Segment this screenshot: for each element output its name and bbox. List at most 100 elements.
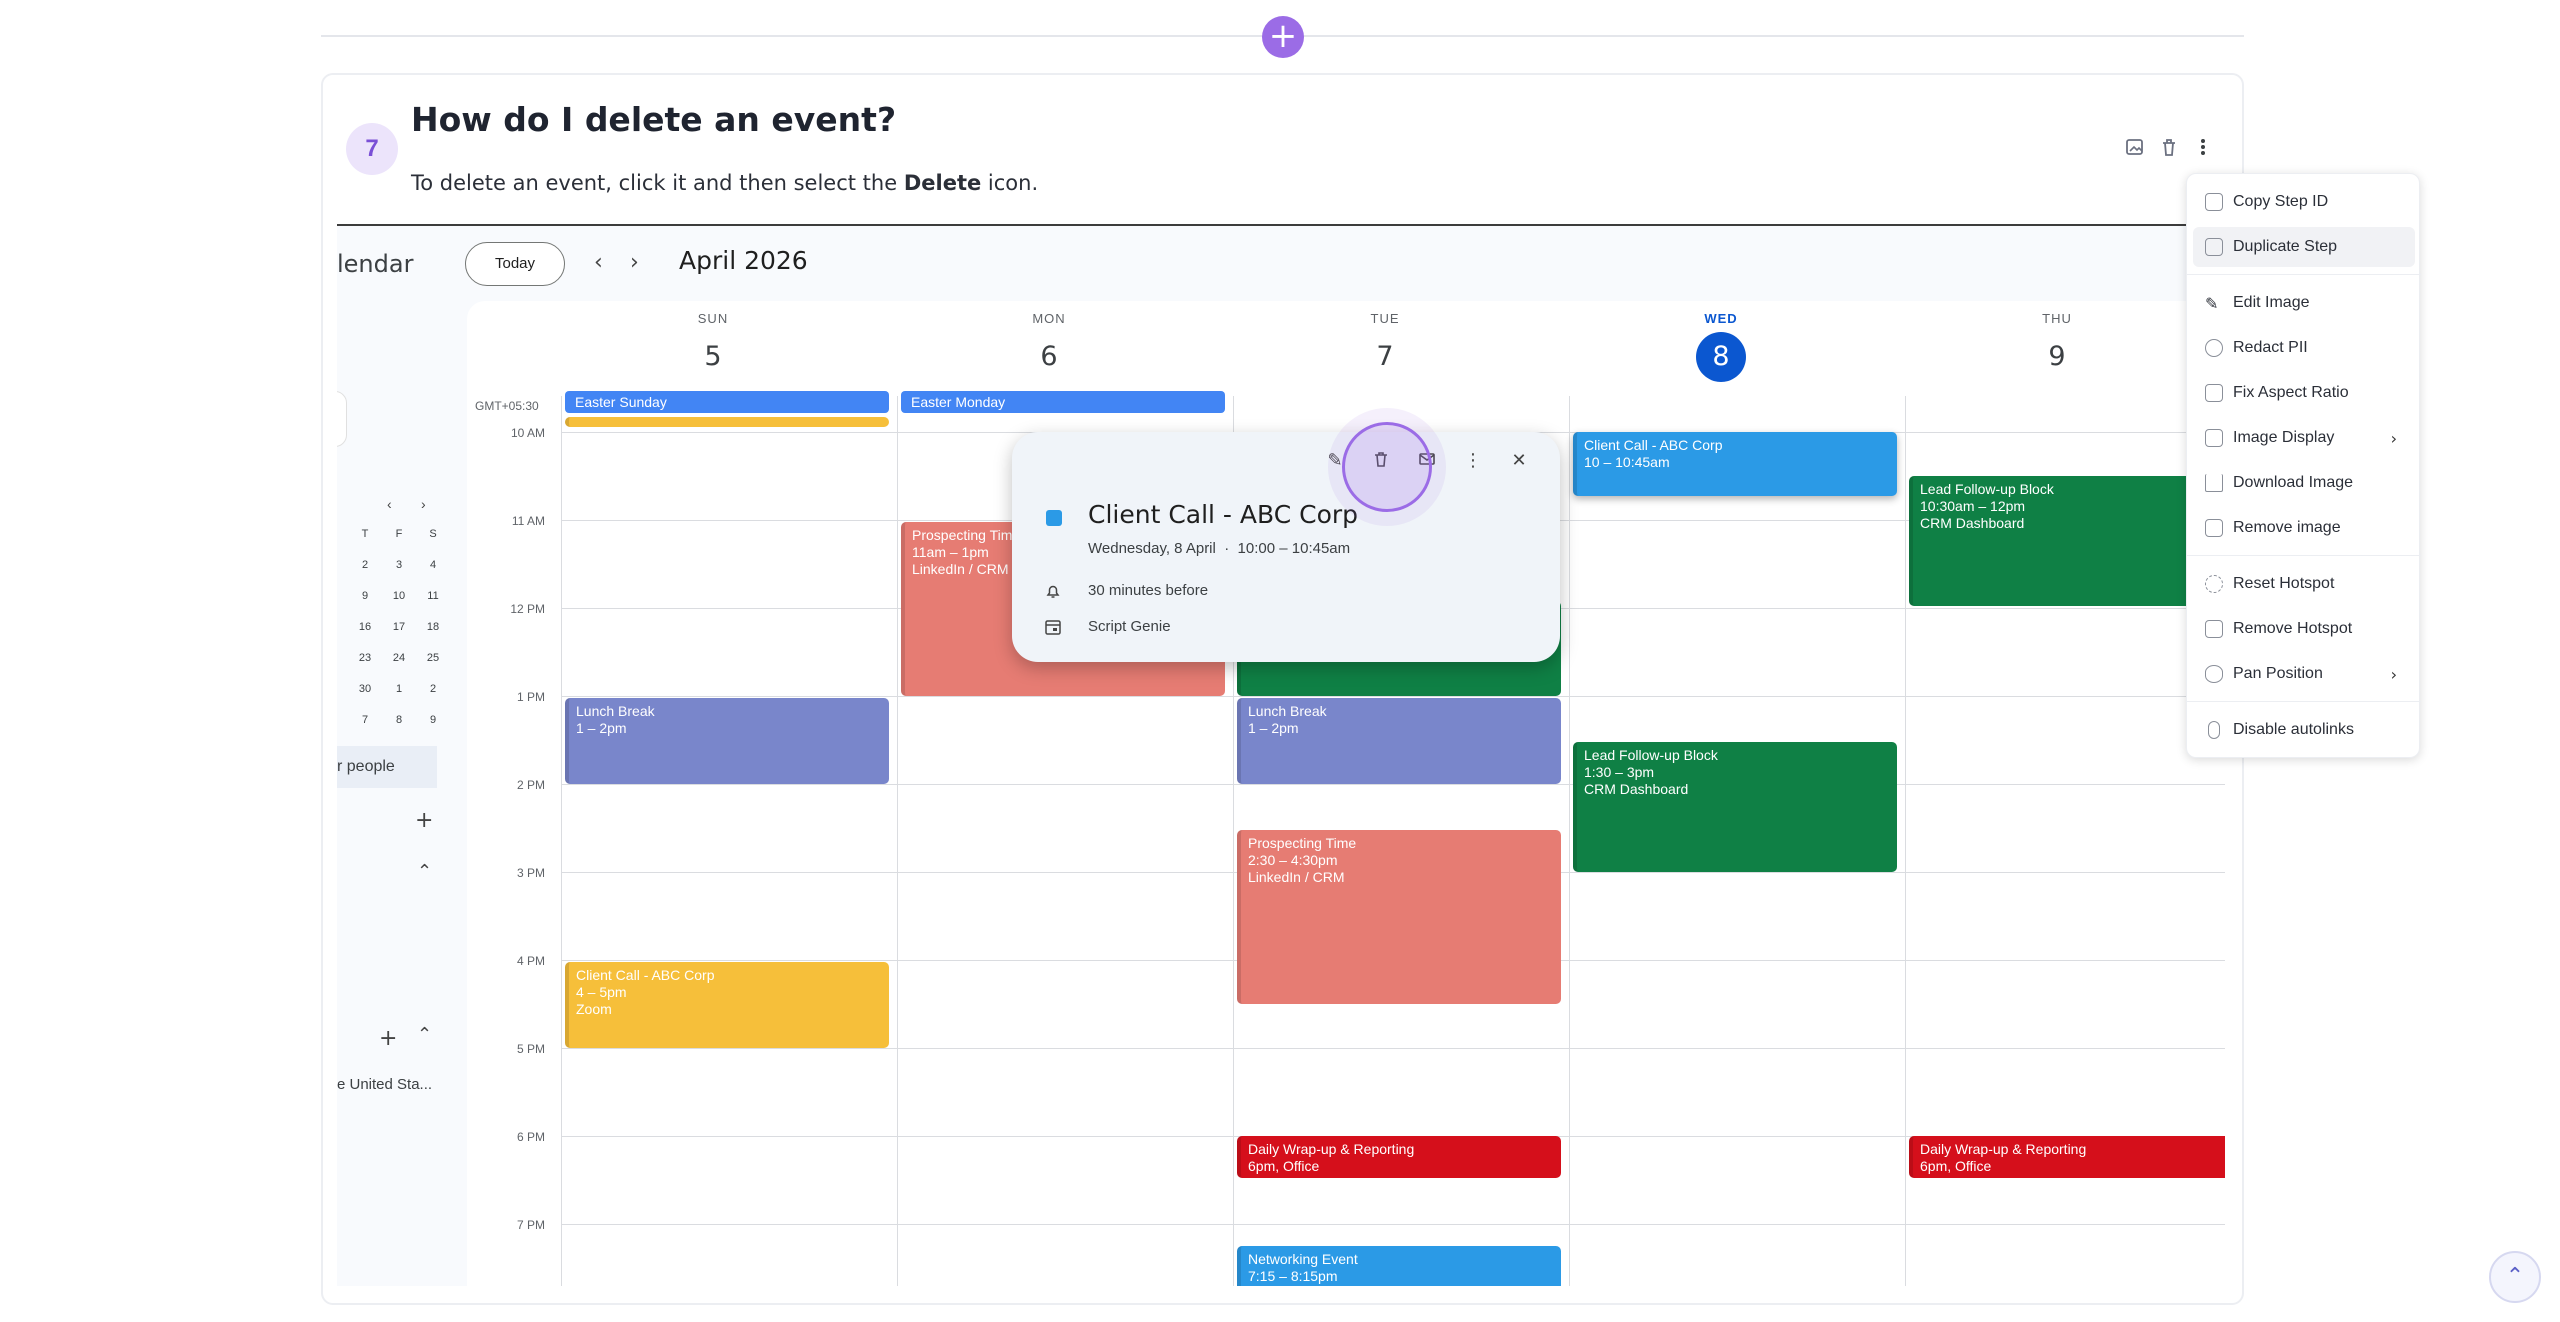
- menu-item-label: Fix Aspect Ratio: [2233, 384, 2349, 401]
- search-people-input[interactable]: r people: [337, 746, 437, 788]
- scroll-to-top-button[interactable]: ⌃: [2489, 1251, 2541, 1303]
- event-lunch-break[interactable]: Lunch Break 1 – 2pm: [1237, 698, 1561, 784]
- all-day-event[interactable]: Easter Sunday: [565, 391, 889, 413]
- mini-day[interactable]: 9: [423, 714, 443, 726]
- mini-day[interactable]: 23: [355, 652, 375, 664]
- hour-label: 4 PM: [516, 954, 545, 968]
- mini-day[interactable]: 10: [389, 590, 409, 602]
- plus-icon[interactable]: +: [415, 808, 433, 833]
- add-step-button[interactable]: +: [1262, 16, 1304, 58]
- day-header-tue[interactable]: TUE 7: [1217, 311, 1553, 382]
- mini-day[interactable]: 7: [355, 714, 375, 726]
- day-of-week: THU: [2042, 311, 2072, 326]
- calendar-app-title: lendar: [337, 250, 414, 278]
- menu-item-label: Reset Hotspot: [2233, 575, 2335, 592]
- chevron-up-icon[interactable]: ⌃: [417, 1024, 432, 1045]
- hour-label: 3 PM: [516, 866, 545, 880]
- col-divider: [1569, 396, 1570, 1286]
- day-number: 9: [2048, 341, 2066, 372]
- popup-event-title: Client Call - ABC Corp: [1088, 500, 1359, 529]
- event-lead-follow-up[interactable]: Lead Follow-up Block 10:30am – 12pm CRM Da…: [1909, 476, 2225, 606]
- step-number-badge: 7: [346, 123, 398, 175]
- event-time: 10:30am – 12pm: [1920, 498, 2026, 514]
- more-vertical-icon[interactable]: ⋮: [1462, 450, 1484, 473]
- mini-chevron-right-icon[interactable]: ›: [421, 496, 426, 512]
- hour-label: 1 PM: [516, 690, 545, 704]
- mini-chevron-left-icon[interactable]: ‹: [387, 496, 392, 512]
- step-description[interactable]: To delete an event, click it and then se…: [411, 171, 1038, 195]
- chevron-left-icon[interactable]: ‹: [594, 250, 603, 275]
- event-time: 1 – 2pm: [576, 720, 627, 736]
- event-client-call[interactable]: Client Call - ABC Corp 4 – 5pm Zoom: [565, 962, 889, 1048]
- event-daily-wrap-up[interactable]: Daily Wrap-up & Reporting 6pm, Office: [1237, 1136, 1561, 1178]
- menu-item-remove-image[interactable]: Remove image: [2193, 508, 2415, 548]
- mini-day[interactable]: 1: [389, 683, 409, 695]
- menu-item-duplicate-step[interactable]: Duplicate Step: [2193, 227, 2415, 267]
- menu-item-reset-hotspot[interactable]: Reset Hotspot: [2193, 564, 2415, 604]
- all-day-event[interactable]: Easter Monday: [901, 391, 1225, 413]
- menu-item-disable-autolinks[interactable]: Disable autolinks: [2193, 710, 2415, 750]
- page: + 7 How do I delete an event? To delete …: [0, 0, 2560, 1322]
- trash-icon[interactable]: [2158, 136, 2180, 158]
- mini-day[interactable]: 18: [423, 621, 443, 633]
- menu-item-remove-hotspot[interactable]: Remove Hotspot: [2193, 609, 2415, 649]
- event-title: Prospecting Time: [1248, 835, 1357, 851]
- timezone-label: GMT+05:30: [475, 399, 539, 413]
- event-networking[interactable]: Networking Event 7:15 – 8:15pm: [1237, 1246, 1561, 1286]
- mini-day[interactable]: 8: [389, 714, 409, 726]
- chevron-right-icon: ›: [2390, 664, 2397, 684]
- desc-bold: Delete: [903, 171, 982, 195]
- menu-item-redact-pii[interactable]: Redact PII: [2193, 328, 2415, 368]
- day-of-week: TUE: [1370, 311, 1400, 326]
- event-lunch-break[interactable]: Lunch Break 1 – 2pm: [565, 698, 889, 784]
- day-header-sun[interactable]: SUN 5: [545, 311, 881, 382]
- event-client-call-selected[interactable]: Client Call - ABC Corp 10 – 10:45am: [1573, 432, 1897, 496]
- step-screenshot[interactable]: lendar Today ‹ › April 2026 ‹ › T F S 2 …: [337, 224, 2225, 1286]
- chevron-right-icon[interactable]: ›: [630, 250, 639, 275]
- mini-day[interactable]: 25: [423, 652, 443, 664]
- day-of-week: SUN: [697, 311, 729, 326]
- menu-item-fix-aspect-ratio[interactable]: Fix Aspect Ratio: [2193, 373, 2415, 413]
- event-block[interactable]: [565, 417, 889, 427]
- event-prospecting[interactable]: Prospecting Time 2:30 – 4:30pm LinkedIn / …: [1237, 830, 1561, 1004]
- mini-day[interactable]: 9: [355, 590, 375, 602]
- hour-label: 7 PM: [516, 1218, 545, 1232]
- chevron-up-icon[interactable]: ⌃: [417, 861, 432, 882]
- today-button[interactable]: Today: [465, 242, 565, 286]
- day-header-mon[interactable]: MON 6: [881, 311, 1217, 382]
- menu-item-image-display[interactable]: Image Display ›: [2193, 418, 2415, 458]
- create-box[interactable]: [337, 391, 347, 447]
- holidays-calendar[interactable]: e United Sta...: [337, 1076, 432, 1093]
- image-edit-icon[interactable]: [2124, 136, 2146, 158]
- mini-day[interactable]: 11: [423, 590, 443, 602]
- mini-day[interactable]: 3: [389, 559, 409, 571]
- hotspot-highlight[interactable]: [1342, 422, 1432, 512]
- chevron-right-icon: ›: [2390, 428, 2397, 448]
- trash-icon: [2205, 519, 2223, 537]
- event-time: 6pm, Office: [1920, 1158, 1992, 1174]
- mini-day[interactable]: 2: [423, 683, 443, 695]
- mini-day[interactable]: 2: [355, 559, 375, 571]
- mini-day[interactable]: 17: [389, 621, 409, 633]
- event-lead-follow-up[interactable]: Lead Follow-up Block 1:30 – 3pm CRM Dashbo…: [1573, 742, 1897, 872]
- menu-item-download-image[interactable]: Download Image: [2193, 463, 2415, 503]
- more-vertical-icon[interactable]: [2192, 136, 2214, 158]
- menu-item-label: Pan Position: [2233, 665, 2323, 682]
- menu-item-edit-image[interactable]: ✎ Edit Image: [2193, 283, 2415, 323]
- menu-item-label: Edit Image: [2233, 294, 2310, 311]
- event-daily-wrap-up[interactable]: Daily Wrap-up & Reporting 6pm, Office: [1909, 1136, 2225, 1178]
- menu-item-copy-step-id[interactable]: Copy Step ID: [2193, 182, 2415, 222]
- hour-label: 11 AM: [511, 514, 545, 528]
- step-title[interactable]: How do I delete an event?: [411, 100, 896, 139]
- mini-day[interactable]: 4: [423, 559, 443, 571]
- plus-icon[interactable]: +: [379, 1026, 397, 1051]
- mini-day[interactable]: 24: [389, 652, 409, 664]
- mini-day[interactable]: 16: [355, 621, 375, 633]
- day-header-thu[interactable]: THU 9: [1889, 311, 2225, 382]
- hour-line: [561, 1048, 2225, 1049]
- mini-day[interactable]: 30: [355, 683, 375, 695]
- step-actions: [2124, 136, 2214, 158]
- close-icon[interactable]: ✕: [1508, 450, 1530, 473]
- day-header-wed[interactable]: WED 8: [1553, 311, 1889, 382]
- menu-item-pan-position[interactable]: Pan Position ›: [2193, 654, 2415, 694]
